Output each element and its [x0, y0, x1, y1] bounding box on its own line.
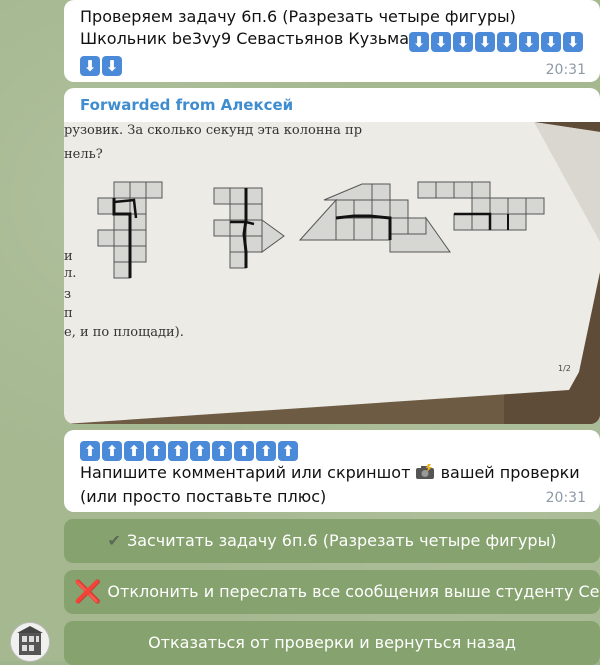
- forwarded-from-link[interactable]: Forwarded from Алексей: [80, 96, 293, 114]
- arrow-down-icon: ⬇: [563, 32, 584, 52]
- arrow-up-icon: ⬆: [80, 441, 100, 461]
- arrow-down-icon: ⬇: [102, 56, 122, 76]
- arrow-up-icon: ⬆: [146, 441, 166, 461]
- arrow-down-icon: ⬇: [409, 32, 430, 52]
- arrow-up-icon: ⬆: [190, 441, 210, 461]
- message-text-line: (или просто поставьте плюс): [80, 487, 327, 506]
- message-bubble[interactable]: Проверяем задачу 6п.6 (Разрезать четыре …: [64, 0, 600, 82]
- message-time: 20:31: [545, 490, 586, 506]
- arrow-down-icon: ⬇: [431, 32, 452, 52]
- svg-text:и: и: [64, 249, 73, 264]
- arrow-up-icon: ⬆: [168, 441, 188, 461]
- camera-flash-icon: [416, 464, 435, 479]
- cross-icon: ❌: [74, 580, 102, 605]
- photo-page-number: 1/2: [558, 364, 571, 373]
- arrow-up-icon: ⬆: [278, 441, 298, 461]
- message-bubble[interactable]: ⬆ ⬆ ⬆ ⬆ ⬆ ⬆ ⬆ ⬆ ⬆ ⬆ Напишите комментарий…: [64, 430, 600, 512]
- homework-photo[interactable]: рузовик. За сколько секунд эта колонна п…: [64, 122, 600, 424]
- photo-text: нель?: [64, 147, 103, 162]
- arrow-down-icon: ⬇: [541, 32, 562, 52]
- photo-text: рузовик. За сколько секунд эта колонна п…: [64, 123, 362, 138]
- reject-label: Отклонить и переслать все сообщения выше…: [107, 582, 600, 601]
- up-arrows: ⬆ ⬆ ⬆ ⬆ ⬆ ⬆ ⬆ ⬆ ⬆ ⬆: [80, 441, 298, 461]
- arrow-up-icon: ⬆: [234, 441, 254, 461]
- arrow-down-icon: ⬇: [80, 56, 100, 76]
- avatar-icon[interactable]: [10, 622, 50, 662]
- arrow-up-icon: ⬆: [212, 441, 232, 461]
- arrow-down-icon: ⬇: [519, 32, 540, 52]
- message-text-line: Проверяем задачу 6п.6 (Разрезать четыре …: [80, 7, 516, 26]
- refuse-label: Отказаться от проверки и вернуться назад: [148, 633, 516, 652]
- photo-drawing: рузовик. За сколько секунд эта колонна п…: [64, 122, 600, 424]
- arrow-up-icon: ⬆: [124, 441, 144, 461]
- arrow-up-icon: ⬆: [102, 441, 122, 461]
- accept-task-button[interactable]: ✔ Засчитать задачу 6п.6 (Разрезать четыре…: [64, 519, 600, 563]
- message-text: Школьник be3vy9 Севастьянов Кузьма: [80, 29, 410, 48]
- arrow-up-icon: ⬆: [256, 441, 276, 461]
- down-arrows: ⬇ ⬇ ⬇ ⬇ ⬇ ⬇ ⬇ ⬇: [409, 32, 584, 52]
- svg-text:з: з: [64, 287, 71, 302]
- accept-task-label: Засчитать задачу 6п.6 (Разрезать четыре …: [126, 531, 557, 550]
- photo-text: е, и по площади).: [64, 325, 184, 340]
- message-text-line: Напишите комментарий или скриншот вашей …: [80, 461, 584, 485]
- message-text-line: ⬆ ⬆ ⬆ ⬆ ⬆ ⬆ ⬆ ⬆ ⬆ ⬆: [80, 436, 584, 461]
- reject-and-forward-button[interactable]: ❌ Отклонить и переслать все сообщения выш…: [64, 570, 600, 614]
- forwarded-photo-message[interactable]: Forwarded from Алексей рузовик. За сколь…: [64, 88, 600, 424]
- refuse-review-button[interactable]: Отказаться от проверки и вернуться назад: [64, 621, 600, 665]
- message-time: 20:31: [545, 62, 586, 78]
- svg-text:п: п: [64, 306, 73, 321]
- arrow-down-icon: ⬇: [497, 32, 518, 52]
- svg-text:л.: л.: [64, 266, 76, 281]
- message-text-line: Школьник be3vy9 Севастьянов Кузьма ⬇ ⬇ ⬇…: [80, 28, 584, 52]
- avatar-image: [11, 623, 49, 661]
- checkmark-icon: ✔: [107, 531, 121, 550]
- message-text: вашей проверки: [440, 463, 580, 482]
- arrow-down-icon: ⬇: [475, 32, 496, 52]
- message-text-line: ⬇ ⬇: [80, 52, 584, 76]
- arrow-down-icon: ⬇: [453, 32, 474, 52]
- message-text: Напишите комментарий или скриншот: [80, 463, 411, 482]
- down-arrows: ⬇ ⬇: [80, 56, 122, 76]
